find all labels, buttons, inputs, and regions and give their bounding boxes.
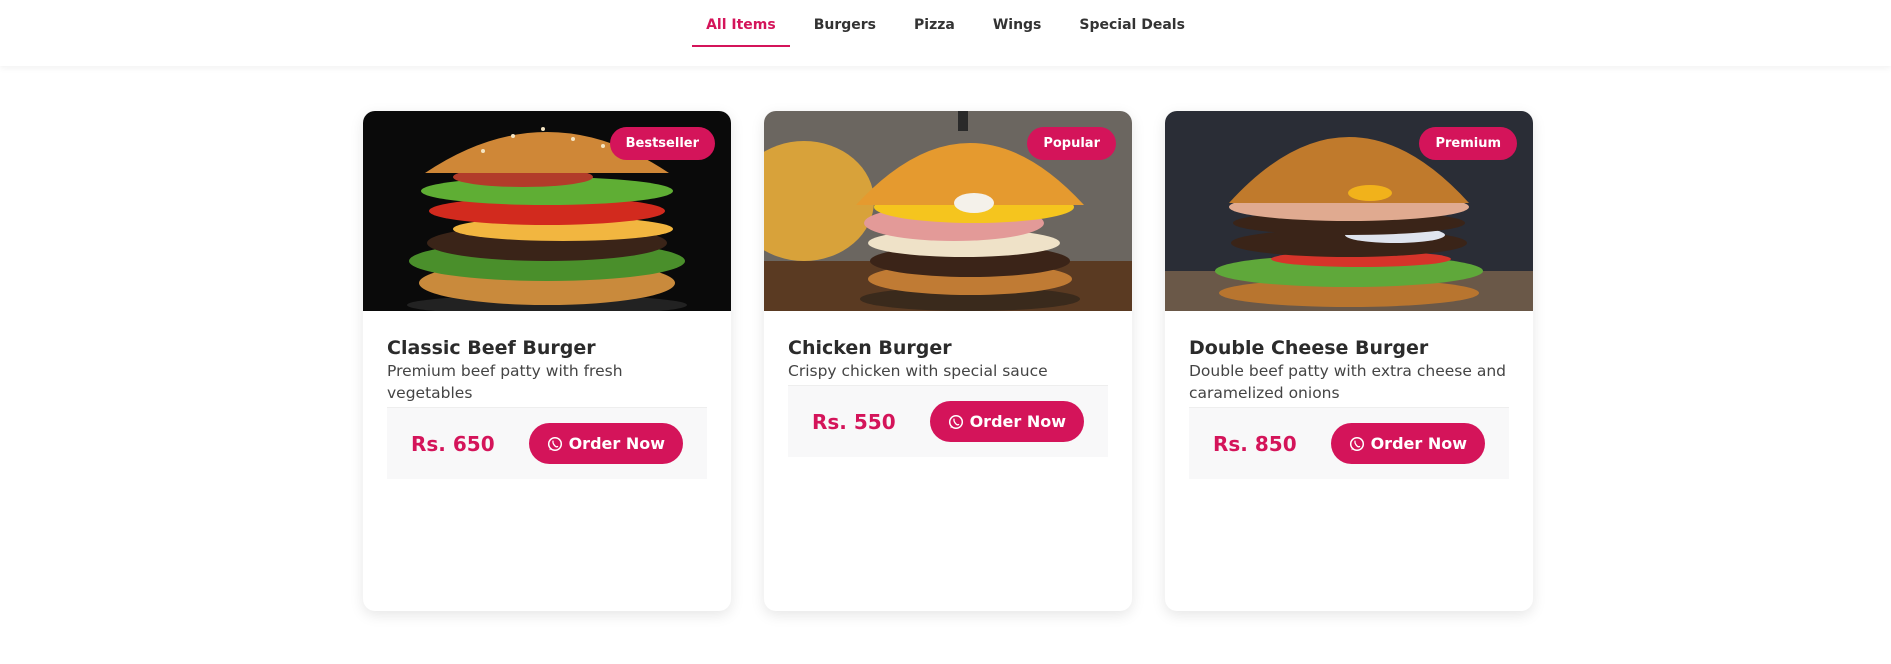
- order-now-button[interactable]: Order Now: [929, 401, 1084, 442]
- product-title: Classic Beef Burger: [387, 337, 596, 359]
- whatsapp-icon: [1349, 436, 1364, 451]
- tab-wings[interactable]: Wings: [979, 15, 1056, 47]
- tab-special-deals[interactable]: Special Deals: [1065, 15, 1199, 47]
- product-description: Double beef patty with extra cheese and …: [1189, 362, 1506, 402]
- product-price: Rs. 850: [1213, 431, 1297, 456]
- order-button-label: Order Now: [568, 434, 665, 453]
- product-grid: Bestseller Classic Beef Burger Premium b…: [363, 111, 1533, 611]
- product-price: Rs. 550: [812, 409, 896, 434]
- category-tabs: All Items Burgers Pizza Wings Special De…: [0, 15, 1891, 47]
- product-card: Popular Chicken Burger Crispy chicken wi…: [764, 111, 1132, 611]
- order-row: Rs. 650 Order Now: [387, 407, 707, 479]
- product-card: Premium Double Cheese Burger Double beef…: [1165, 111, 1533, 611]
- tab-burgers[interactable]: Burgers: [800, 15, 890, 47]
- order-button-label: Order Now: [969, 412, 1066, 431]
- category-nav-bar: All Items Burgers Pizza Wings Special De…: [0, 0, 1891, 66]
- product-image: Premium: [1165, 111, 1533, 311]
- order-now-button[interactable]: Order Now: [1330, 423, 1485, 464]
- product-price: Rs. 650: [411, 431, 495, 456]
- status-badge: Popular: [1027, 127, 1116, 160]
- product-description: Premium beef patty with fresh vegetables: [387, 362, 623, 402]
- order-now-button[interactable]: Order Now: [528, 423, 683, 464]
- product-image: Bestseller: [363, 111, 731, 311]
- product-title: Chicken Burger: [788, 337, 952, 359]
- product-image: Popular: [764, 111, 1132, 311]
- tab-all-items[interactable]: All Items: [692, 15, 790, 47]
- product-card: Bestseller Classic Beef Burger Premium b…: [363, 111, 731, 611]
- status-badge: Premium: [1419, 127, 1517, 160]
- order-button-label: Order Now: [1370, 434, 1467, 453]
- tab-pizza[interactable]: Pizza: [900, 15, 969, 47]
- product-description: Crispy chicken with special sauce: [788, 362, 1048, 380]
- whatsapp-icon: [948, 414, 963, 429]
- whatsapp-icon: [547, 436, 562, 451]
- order-row: Rs. 850 Order Now: [1189, 407, 1509, 479]
- order-row: Rs. 550 Order Now: [788, 385, 1108, 457]
- product-title: Double Cheese Burger: [1189, 337, 1429, 359]
- status-badge: Bestseller: [609, 127, 715, 160]
